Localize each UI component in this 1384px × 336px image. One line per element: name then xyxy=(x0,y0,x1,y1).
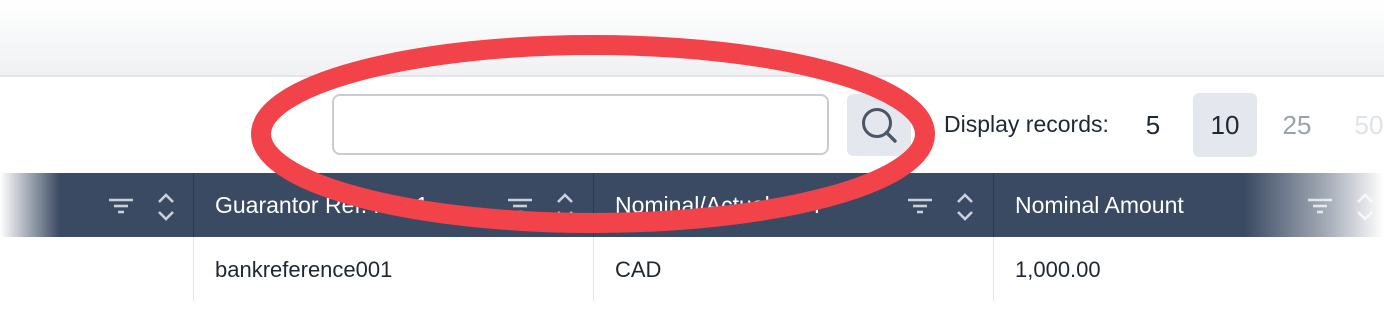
highlight-ellipse-annotation xyxy=(251,35,935,233)
table-row[interactable]: bankreference001 CAD 1,000.00 xyxy=(0,237,1384,301)
cell-text: CAD xyxy=(615,257,662,282)
page-size-5[interactable]: 5 xyxy=(1121,93,1185,157)
cell-text: bankreference001 xyxy=(215,257,393,282)
table-cell: 1,000.00 xyxy=(994,237,1384,301)
page-size-10[interactable]: 10 xyxy=(1193,93,1257,157)
page-size-50[interactable]: 50 xyxy=(1337,93,1384,157)
table-cell: CAD xyxy=(594,237,994,301)
cell-text: 1,000.00 xyxy=(1015,257,1101,282)
page-size-25[interactable]: 25 xyxy=(1265,93,1329,157)
filter-icon[interactable] xyxy=(108,191,134,219)
sort-icon[interactable] xyxy=(153,191,179,223)
table-cell xyxy=(0,237,194,301)
table-cell: bankreference001 xyxy=(194,237,594,301)
sort-icon[interactable] xyxy=(952,191,978,223)
scroll-fade-right xyxy=(1244,173,1384,237)
column-header-label: Nominal Amount xyxy=(1015,192,1184,218)
scroll-fade-left xyxy=(0,173,60,237)
display-records-label: Display records: xyxy=(944,111,1109,137)
